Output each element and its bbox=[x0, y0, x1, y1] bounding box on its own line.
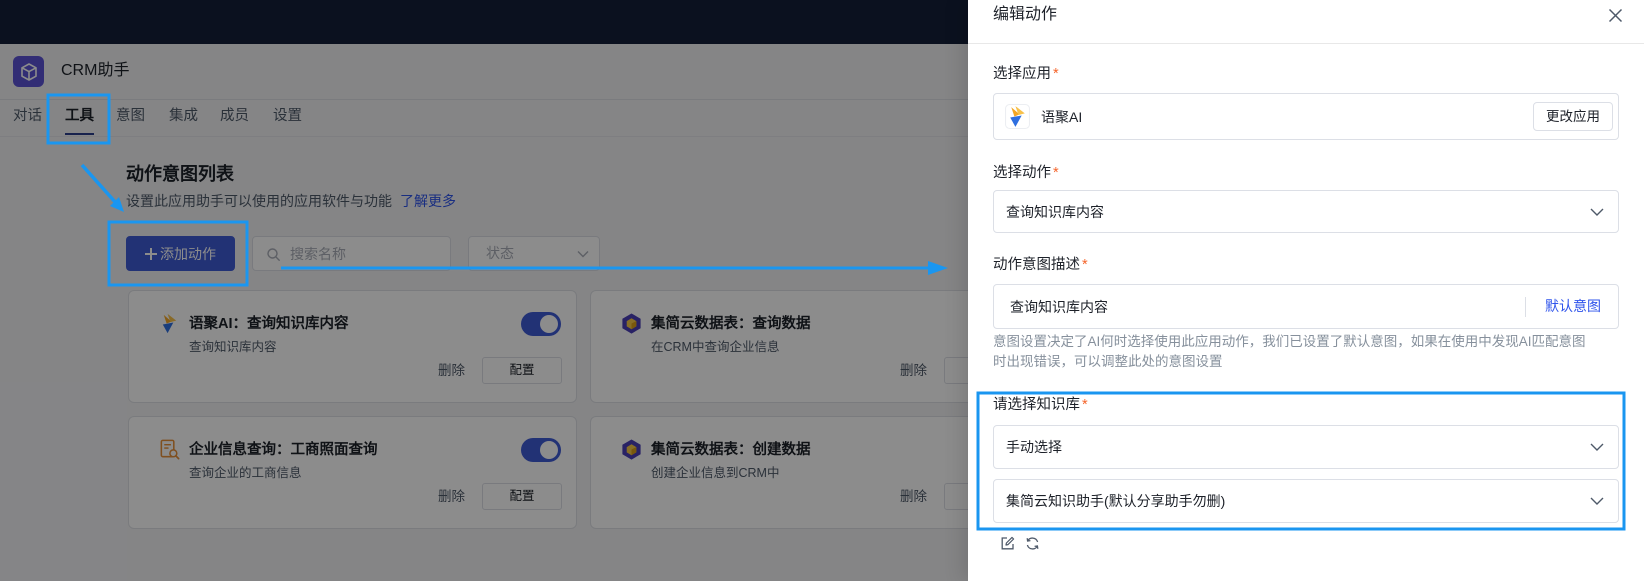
intent-input-divider bbox=[1525, 297, 1526, 317]
knowledge-base-mode-select[interactable]: 手动选择 bbox=[993, 425, 1619, 469]
select-action-label-text: 选择动作 bbox=[993, 165, 1051, 181]
change-app-button[interactable]: 更改应用 bbox=[1533, 102, 1613, 131]
required-mark: * bbox=[1082, 397, 1088, 413]
refresh-icon[interactable] bbox=[1025, 536, 1040, 551]
modal-mask[interactable] bbox=[0, 0, 968, 581]
intent-label: 动作意图描述 * bbox=[993, 255, 1088, 275]
edit-icon[interactable] bbox=[1000, 536, 1015, 551]
required-mark: * bbox=[1082, 257, 1088, 273]
drawer-header-divider bbox=[968, 43, 1644, 44]
intent-help-text: 时出现错误，可以调整此处的意图设置 bbox=[993, 354, 1223, 369]
selected-app-name: 语聚AI bbox=[1041, 108, 1083, 125]
select-action-label: 选择动作 * bbox=[993, 163, 1059, 183]
action-select[interactable]: 查询知识库内容 bbox=[993, 190, 1619, 233]
intent-label-text: 动作意图描述 bbox=[993, 257, 1080, 273]
select-app-label: 选择应用 * bbox=[993, 64, 1059, 84]
intent-input[interactable] bbox=[1010, 286, 1510, 327]
knowledge-base-select[interactable]: 集简云知识助手(默认分享助手勿删) bbox=[993, 479, 1619, 523]
knowledge-base-value: 集简云知识助手(默认分享助手勿删) bbox=[1006, 493, 1226, 509]
close-icon[interactable] bbox=[1608, 8, 1623, 23]
edit-action-drawer: 编辑动作 选择应用 * 语聚AI 更改应用 选择动作 * 查询知识库内容 动作意图描… bbox=[968, 0, 1644, 581]
knowledge-base-label-text: 请选择知识库 bbox=[993, 397, 1080, 413]
drawer-title: 编辑动作 bbox=[993, 6, 1058, 23]
chevron-down-icon bbox=[1590, 497, 1604, 505]
action-select-value: 查询知识库内容 bbox=[1006, 203, 1104, 220]
required-mark: * bbox=[1053, 66, 1059, 82]
select-app-label-text: 选择应用 bbox=[993, 66, 1051, 82]
knowledge-base-label: 请选择知识库 * bbox=[993, 395, 1088, 415]
yuju-ai-logo-icon bbox=[1005, 104, 1030, 129]
required-mark: * bbox=[1053, 165, 1059, 181]
chevron-down-icon bbox=[1590, 443, 1604, 451]
selected-app-box: 语聚AI 更改应用 bbox=[993, 93, 1619, 140]
default-intent-link[interactable]: 默认意图 bbox=[1545, 285, 1601, 328]
knowledge-base-mode-value: 手动选择 bbox=[1006, 439, 1062, 455]
intent-help-text: 意图设置决定了AI何时选择使用此应用动作，我们已设置了默认意图，如果在使用中发现… bbox=[993, 334, 1586, 349]
chevron-down-icon bbox=[1590, 208, 1604, 216]
intent-input-box: 默认意图 bbox=[993, 284, 1619, 329]
